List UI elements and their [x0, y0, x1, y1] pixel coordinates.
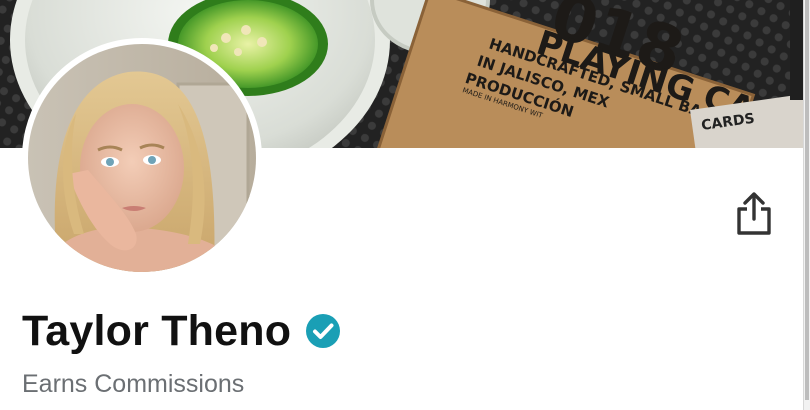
profile-page: 018 PLAYING CARDS HANDCRAFTED, SMALL BA … — [0, 0, 810, 410]
earns-commissions-label: Earns Commissions — [22, 370, 245, 398]
avatar-photo — [28, 44, 256, 272]
verified-check-icon — [305, 313, 341, 349]
share-icon — [737, 192, 771, 235]
avatar[interactable] — [22, 38, 262, 278]
scrollbar[interactable] — [803, 0, 810, 410]
scrollbar-thumb[interactable] — [805, 0, 809, 400]
profile-name-row: Taylor Theno — [22, 302, 341, 360]
share-button[interactable] — [728, 186, 780, 242]
profile-name: Taylor Theno — [22, 306, 292, 355]
